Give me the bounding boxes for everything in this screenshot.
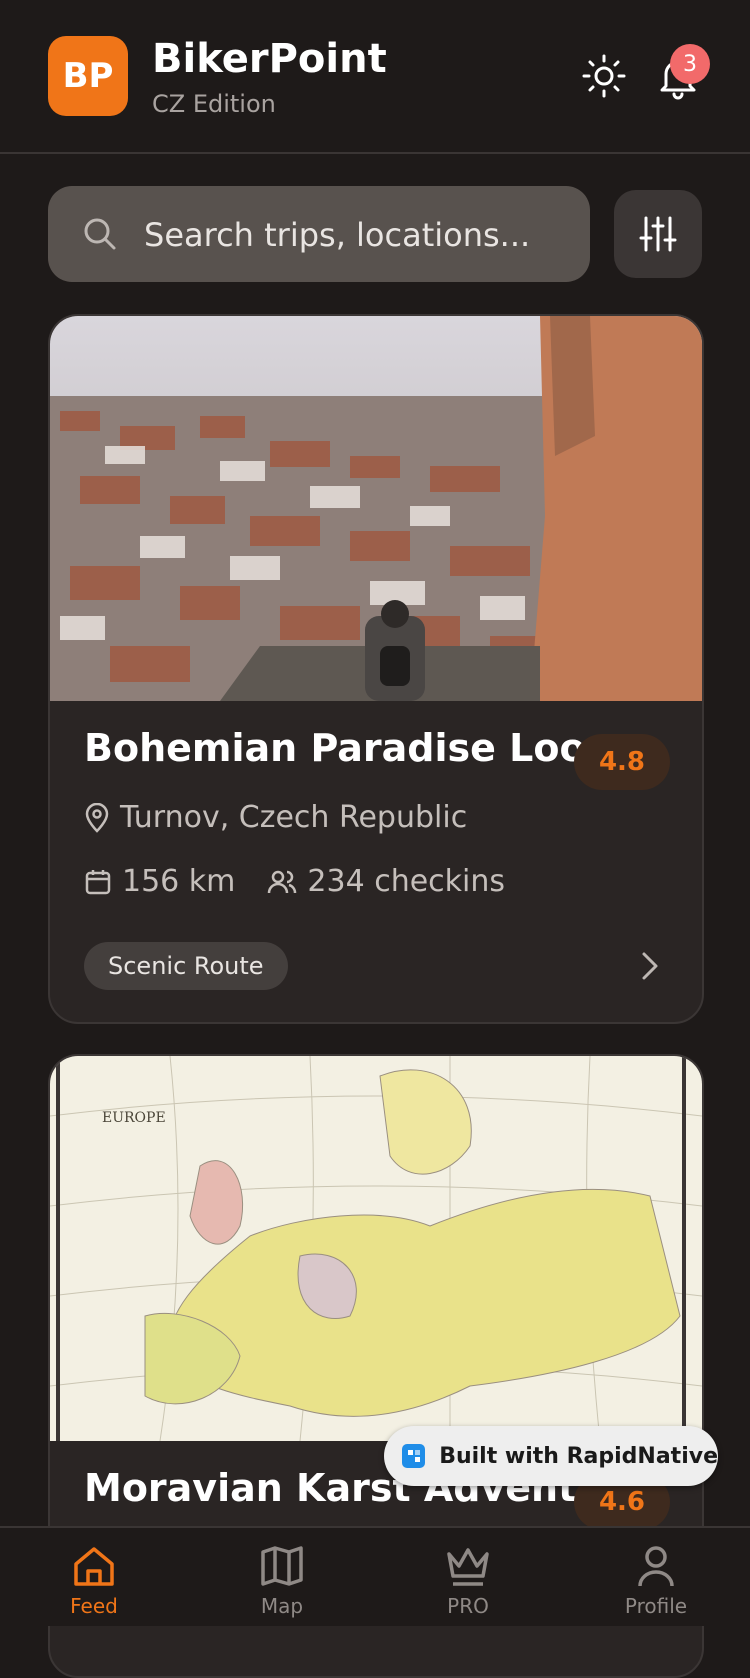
tab-pro[interactable]: PRO: [408, 1544, 528, 1618]
tab-feed[interactable]: Feed: [34, 1544, 154, 1618]
europe-map-photo: EUROPE: [50, 1056, 702, 1441]
trip-stats: 156 km 234 checkins: [84, 864, 505, 899]
crown-icon: [447, 1548, 489, 1586]
sliders-icon: [639, 216, 677, 252]
user-icon: [638, 1546, 674, 1587]
search-bar[interactable]: Search trips, locations...: [48, 186, 590, 282]
tab-label: Feed: [70, 1594, 118, 1618]
notification-badge: 3: [670, 44, 710, 84]
route-tag: Scenic Route: [84, 942, 288, 990]
rating-badge: 4.8: [574, 734, 670, 790]
users-icon: [268, 870, 297, 893]
tab-map[interactable]: Map: [222, 1544, 342, 1618]
app-logo: BP: [48, 36, 128, 116]
rapidnative-logo-icon: [402, 1444, 426, 1468]
tab-label: Map: [260, 1594, 304, 1618]
trip-title: Bohemian Paradise Loop: [84, 726, 613, 770]
chevron-right-icon[interactable]: [640, 950, 660, 982]
tab-profile[interactable]: Profile: [596, 1544, 716, 1618]
map-label: EUROPE: [102, 1110, 166, 1126]
hilltop-town-photo: [50, 316, 702, 701]
sun-icon[interactable]: [582, 54, 626, 98]
search-input[interactable]: Search trips, locations...: [144, 216, 530, 254]
trip-card[interactable]: Bohemian Paradise Loop 4.8 Turnov, Czech…: [48, 314, 704, 1024]
app-subtitle: CZ Edition: [152, 90, 276, 118]
map-icon: [261, 1546, 303, 1586]
location-pin-icon: [85, 802, 109, 833]
app-title: BikerPoint: [152, 36, 387, 82]
location-text: Turnov, Czech Republic: [120, 800, 468, 835]
app-header: BP BikerPoint CZ Edition 3: [0, 0, 750, 154]
calendar-icon: [85, 869, 111, 894]
home-icon: [74, 1547, 114, 1586]
search-icon: [84, 218, 116, 250]
built-with-badge[interactable]: Built with RapidNative: [384, 1426, 718, 1486]
checkins-text: 234 checkins: [307, 864, 506, 899]
filter-button[interactable]: [614, 190, 702, 278]
built-with-text: Built with RapidNative: [439, 1443, 718, 1469]
tab-label: PRO: [447, 1594, 489, 1618]
bottom-tab-bar: Feed Map PRO Profile: [0, 1526, 750, 1626]
tab-label: Profile: [624, 1594, 688, 1618]
trip-location: Turnov, Czech Republic: [84, 800, 467, 835]
distance-text: 156 km: [122, 864, 236, 899]
